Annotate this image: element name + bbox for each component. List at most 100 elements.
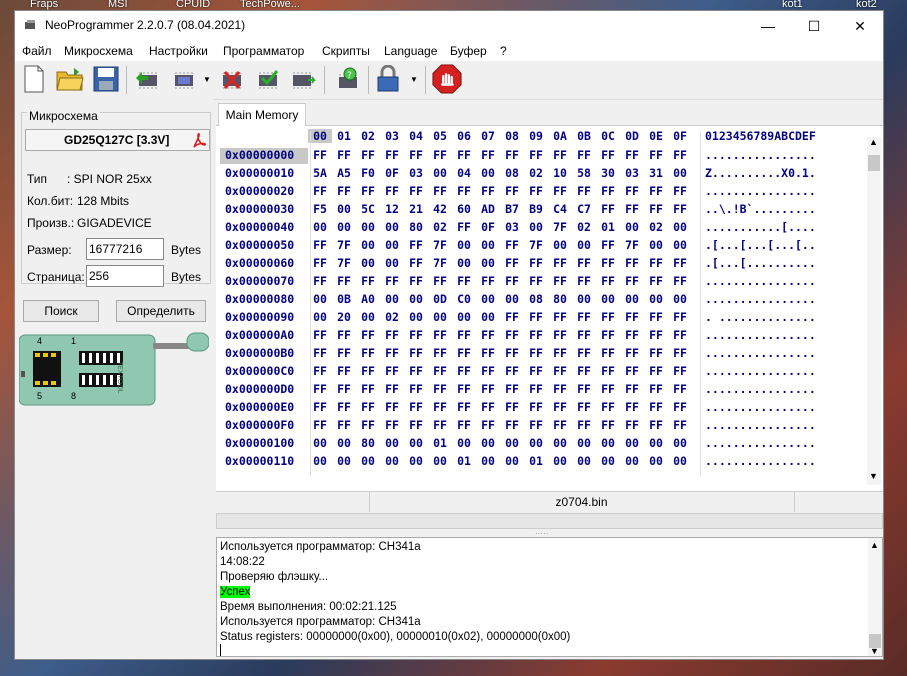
hex-ascii[interactable]: ................ (705, 400, 857, 416)
auto-icon[interactable] (289, 64, 319, 94)
read-chip-icon[interactable] (133, 64, 163, 94)
hex-byte[interactable]: 00 (332, 454, 356, 468)
hex-byte[interactable]: FF (332, 328, 356, 342)
hex-byte[interactable]: 7F (548, 220, 572, 234)
desktop-label-cpuid[interactable]: CPUID (176, 0, 210, 10)
hex-byte[interactable]: 00 (356, 220, 380, 234)
hex-byte[interactable]: FF (524, 256, 548, 270)
log-scroll-up-icon[interactable]: ▲ (870, 540, 879, 550)
hex-byte[interactable]: 0F (380, 166, 404, 180)
hex-byte[interactable]: 10 (548, 166, 572, 180)
hex-byte[interactable]: A0 (356, 292, 380, 306)
hex-byte[interactable]: FF (644, 148, 668, 162)
hex-byte[interactable]: FF (596, 400, 620, 414)
hex-byte[interactable]: FF (548, 184, 572, 198)
hex-byte[interactable]: AD (476, 202, 500, 216)
hex-scrollbar[interactable]: ▲ ▼ (867, 137, 881, 485)
hex-byte[interactable]: 00 (452, 256, 476, 270)
hex-byte[interactable]: FF (644, 400, 668, 414)
hex-byte[interactable]: 80 (548, 292, 572, 306)
hex-byte[interactable]: 00 (452, 436, 476, 450)
hex-ascii[interactable]: ................ (705, 346, 857, 362)
hex-byte[interactable]: 00 (356, 256, 380, 270)
hex-byte[interactable]: FF (644, 274, 668, 288)
hex-byte[interactable]: 00 (668, 220, 692, 234)
page-size-field[interactable]: 256 (86, 265, 164, 287)
search-button[interactable]: Поиск (23, 300, 99, 322)
hex-byte[interactable]: FF (500, 328, 524, 342)
hex-byte[interactable]: 5A (308, 166, 332, 180)
hex-byte[interactable]: 00 (380, 436, 404, 450)
hex-byte[interactable]: FF (668, 382, 692, 396)
hex-byte[interactable]: 00 (476, 436, 500, 450)
hex-byte[interactable]: FF (596, 256, 620, 270)
hex-byte[interactable]: FF (548, 418, 572, 432)
hex-byte[interactable]: 7F (524, 238, 548, 252)
hex-byte[interactable]: FF (572, 274, 596, 288)
hex-byte[interactable]: 00 (404, 292, 428, 306)
hex-byte[interactable]: FF (332, 346, 356, 360)
hex-byte[interactable]: FF (548, 256, 572, 270)
hex-byte[interactable]: FF (452, 400, 476, 414)
hex-byte[interactable]: 00 (428, 310, 452, 324)
hex-byte[interactable]: FF (332, 148, 356, 162)
hex-byte[interactable]: FF (668, 328, 692, 342)
hex-byte[interactable]: FF (332, 418, 356, 432)
hex-byte[interactable]: FF (476, 148, 500, 162)
hex-byte[interactable]: FF (404, 382, 428, 396)
hex-byte[interactable]: FF (524, 310, 548, 324)
hex-byte[interactable]: FF (332, 274, 356, 288)
hex-grid[interactable]: 00 01 02 03 04 05 06 07 08 09 0A 0B 0C 0D 0E 0F 01234567… (220, 129, 860, 479)
hex-byte[interactable]: 31 (644, 166, 668, 180)
scroll-down-icon[interactable]: ▼ (869, 471, 878, 481)
hex-byte[interactable]: 00 (572, 436, 596, 450)
title-bar[interactable]: NeoProgrammer 2.2.0.7 (08.04.2021) — ☐ ✕ (15, 11, 883, 41)
hex-byte[interactable]: FF (404, 364, 428, 378)
hex-byte[interactable]: FF (596, 328, 620, 342)
hex-byte[interactable]: FF (668, 400, 692, 414)
hex-byte[interactable]: 03 (500, 220, 524, 234)
hex-byte[interactable]: FF (428, 364, 452, 378)
hex-byte[interactable]: FF (308, 274, 332, 288)
hex-byte[interactable]: 00 (548, 436, 572, 450)
hex-row[interactable]: 0x000000F0 FF FF FF FF FF FF FF FF FF FF FF FF FF FF FF… (220, 417, 860, 435)
hex-byte[interactable]: FF (380, 364, 404, 378)
menu-help[interactable]: ? (500, 44, 507, 58)
hex-byte[interactable]: FF (644, 382, 668, 396)
hex-byte[interactable]: 00 (476, 292, 500, 306)
hex-byte[interactable]: 04 (452, 166, 476, 180)
hex-ascii[interactable]: ................ (705, 328, 857, 344)
hex-byte[interactable]: 00 (548, 238, 572, 252)
hex-byte[interactable]: FF (332, 364, 356, 378)
hex-byte[interactable]: FF (620, 256, 644, 270)
hex-byte[interactable]: FF (404, 238, 428, 252)
hex-byte[interactable]: 00 (356, 310, 380, 324)
hex-byte[interactable]: 20 (332, 310, 356, 324)
hex-byte[interactable]: FF (620, 184, 644, 198)
hex-byte[interactable]: 00 (668, 436, 692, 450)
hex-byte[interactable]: 00 (332, 220, 356, 234)
hex-byte[interactable]: FF (668, 310, 692, 324)
hex-byte[interactable]: FF (500, 274, 524, 288)
hex-row[interactable]: 0x00000000 FF FF FF FF FF FF FF FF FF FF FF FF FF FF FF… (220, 147, 860, 165)
hex-byte[interactable]: FF (572, 256, 596, 270)
hex-byte[interactable]: FF (620, 382, 644, 396)
hex-byte[interactable]: 00 (380, 238, 404, 252)
hex-byte[interactable]: 00 (476, 166, 500, 180)
hex-row[interactable]: 0x00000110 00 00 00 00 00 00 01 00 00 01 00 00 00 00 00… (220, 453, 860, 471)
hex-row[interactable]: 0x00000090 00 20 00 02 00 00 00 00 FF FF FF FF FF FF FF… (220, 309, 860, 327)
hex-byte[interactable]: 00 (572, 454, 596, 468)
desktop-label-msi[interactable]: MSI (108, 0, 128, 10)
hex-byte[interactable]: 7F (428, 256, 452, 270)
desktop-label-fraps[interactable]: Fraps (30, 0, 58, 10)
hex-ascii[interactable]: ................ (705, 382, 857, 398)
hex-byte[interactable]: FF (500, 256, 524, 270)
hex-byte[interactable]: FF (308, 418, 332, 432)
menu-language[interactable]: Language (384, 44, 437, 58)
hex-row[interactable]: 0x000000B0 FF FF FF FF FF FF FF FF FF FF FF FF FF FF FF… (220, 345, 860, 363)
hex-byte[interactable]: FF (548, 148, 572, 162)
hex-byte[interactable]: FF (380, 328, 404, 342)
hex-byte[interactable]: FF (476, 184, 500, 198)
hex-byte[interactable]: 00 (644, 454, 668, 468)
hex-byte[interactable]: F0 (356, 166, 380, 180)
